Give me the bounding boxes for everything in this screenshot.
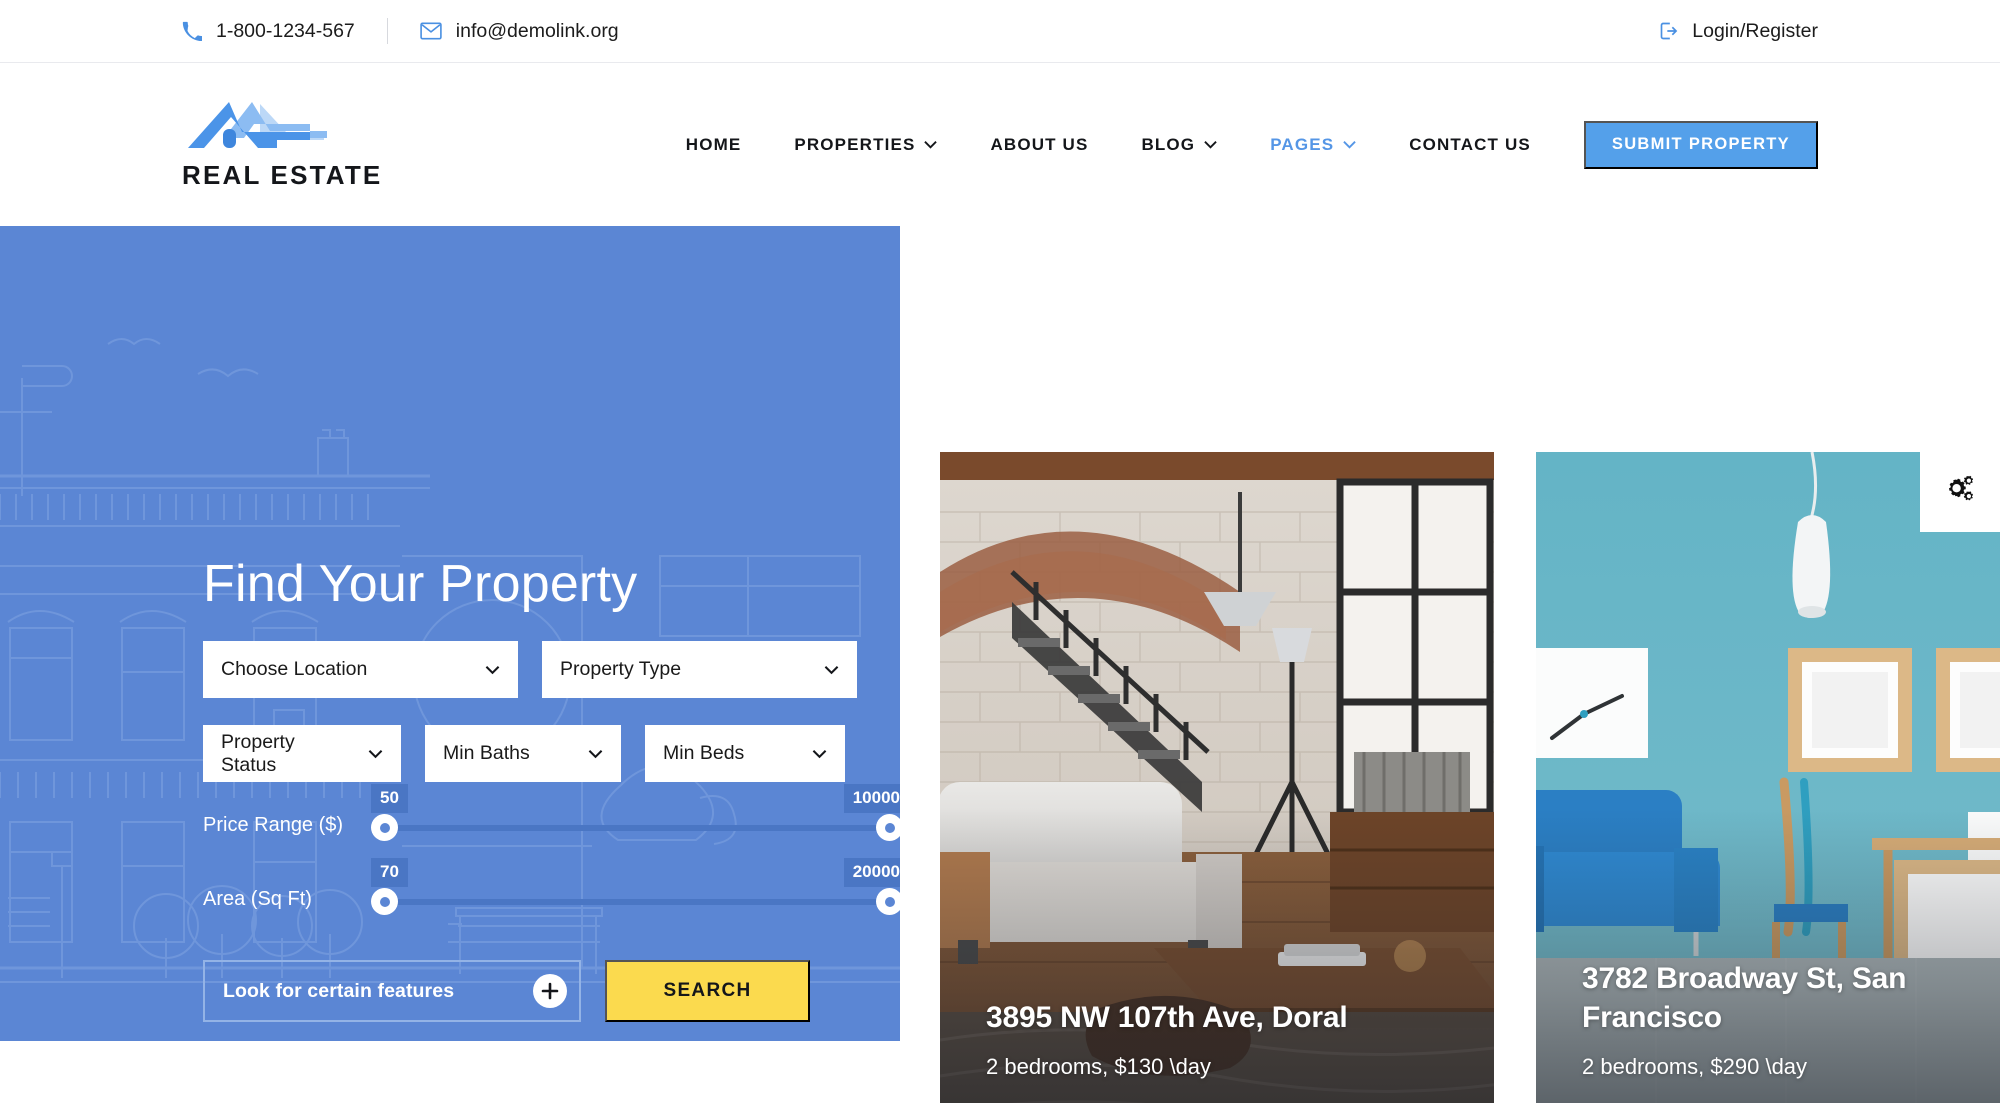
price-max-bubble: 10000 [843,784,900,813]
property-search-panel: Find Your Property Choose Location Prope… [0,226,900,1041]
price-min-bubble: 50 [371,784,408,813]
search-row-2: Property Status Min Baths Min Beds [203,725,900,782]
top-contact-group: 1-800-1234-567 info@demolink.org [182,18,619,44]
property-status-select[interactable]: Property Status [203,725,401,782]
email-text: info@demolink.org [455,19,619,42]
area-track-wrap[interactable]: 70 20000 [371,858,900,930]
price-min-handle[interactable] [371,814,398,841]
features-input[interactable]: Look for certain features [203,960,581,1022]
price-max-handle[interactable] [876,814,900,841]
property-details: 2 bedrooms, $130 \day [986,1054,1212,1079]
nav-item-contact-us[interactable]: CONTACT US [1409,135,1531,155]
phone-link[interactable]: 1-800-1234-567 [182,20,355,43]
search-row-1: Choose Location Property Type [203,641,900,698]
chevron-down-icon [802,665,839,675]
property-cards: 3895 NW 107th Ave, Doral 2 bedrooms, $13… [940,452,2000,1103]
nav-item-pages[interactable]: PAGES [1270,135,1356,155]
price-track[interactable] [381,825,893,831]
price-range-label: Price Range ($) [203,813,344,836]
divider [386,18,388,44]
area-max-bubble: 20000 [843,858,900,887]
nav-label: PROPERTIES [794,134,916,154]
chevron-down-icon [463,665,500,675]
area-range-label: Area (Sq Ft) [203,887,312,910]
search-form: Find Your Property Choose Location Prope… [203,226,900,1022]
property-details: 2 bedrooms, $290 \day [1582,1054,1808,1079]
hero-section: Find Your Property Choose Location Prope… [0,226,2000,1103]
chevron-down-icon [574,749,603,759]
nav-label: HOME [685,134,742,154]
property-title: 3782 Broadway St, San Francisco [1582,962,1907,1034]
search-row-3: Look for certain features SEARCH [203,960,900,1022]
nav-label: PAGES [1270,134,1335,154]
phone-icon [182,21,202,41]
gears-icon [1943,473,1977,512]
top-contact-bar: 1-800-1234-567 info@demolink.org Login/R… [0,0,2000,63]
chevron-down-icon [1343,140,1356,149]
area-range-slider[interactable]: Area (Sq Ft) 70 20000 [203,858,900,930]
property-type-select[interactable]: Property Type [542,641,857,698]
chevron-down-icon [798,749,827,759]
select-label: Property Type [560,658,682,680]
chevron-down-icon [1204,140,1217,149]
area-track[interactable] [381,899,893,905]
property-card[interactable]: 3895 NW 107th Ave, Doral 2 bedrooms, $13… [940,452,1494,1103]
search-button[interactable]: SEARCH [605,960,810,1022]
select-label: Choose Location [221,658,368,680]
area-max-handle[interactable] [876,888,900,915]
nav-item-home[interactable]: HOME [686,135,742,155]
select-label: Min Beds [663,742,745,764]
email-link[interactable]: info@demolink.org [420,20,619,43]
envelope-icon [420,22,442,40]
main-nav: HOME PROPERTIES ABOUT US BLOG PAGES CONT… [686,120,1818,169]
property-title: 3895 NW 107th Ave, Doral [986,1000,1348,1034]
price-range-slider[interactable]: Price Range ($) 50 10000 [203,784,900,856]
select-label: Min Baths [443,742,530,764]
min-baths-select[interactable]: Min Baths [425,725,621,782]
settings-toggle-button[interactable] [1920,452,2000,532]
area-min-bubble: 70 [371,858,408,887]
property-card-text: 3895 NW 107th Ave, Doral 2 bedrooms, $13… [986,999,1454,1080]
nav-item-about-us[interactable]: ABOUT US [990,135,1088,155]
features-placeholder: Look for certain features [223,979,455,1002]
login-register-text: Login/Register [1692,19,1818,42]
nav-label: ABOUT US [990,134,1089,154]
area-min-handle[interactable] [371,888,398,915]
nav-label: BLOG [1141,134,1196,154]
min-beds-select[interactable]: Min Beds [645,725,845,782]
plus-icon[interactable] [533,974,567,1008]
login-register-link[interactable]: Login/Register [1659,20,1818,43]
submit-property-button[interactable]: SUBMIT PROPERTY [1583,120,1818,169]
nav-item-properties[interactable]: PROPERTIES [794,134,938,155]
login-arrow-icon [1659,21,1679,41]
page-title: Find Your Property [203,555,638,613]
property-card[interactable]: 3782 Broadway St, San Francisco 2 bedroo… [1536,452,2000,1103]
logo[interactable]: REAL ESTATE [182,98,382,191]
site-header: REAL ESTATE HOME PROPERTIES ABOUT US BLO… [0,63,2000,226]
phone-text: 1-800-1234-567 [216,19,355,42]
nav-item-blog[interactable]: BLOG [1141,135,1217,155]
logo-text: REAL ESTATE [182,160,383,190]
property-card-text: 3782 Broadway St, San Francisco 2 bedroo… [1582,960,2000,1080]
choose-location-select[interactable]: Choose Location [203,641,518,698]
roof-mountains-logo-icon [182,98,334,156]
chevron-down-icon [924,140,938,149]
chevron-down-icon [354,749,383,759]
nav-label: CONTACT US [1409,134,1531,154]
price-track-wrap[interactable]: 50 10000 [371,784,900,856]
select-label: Property Status [221,730,295,776]
